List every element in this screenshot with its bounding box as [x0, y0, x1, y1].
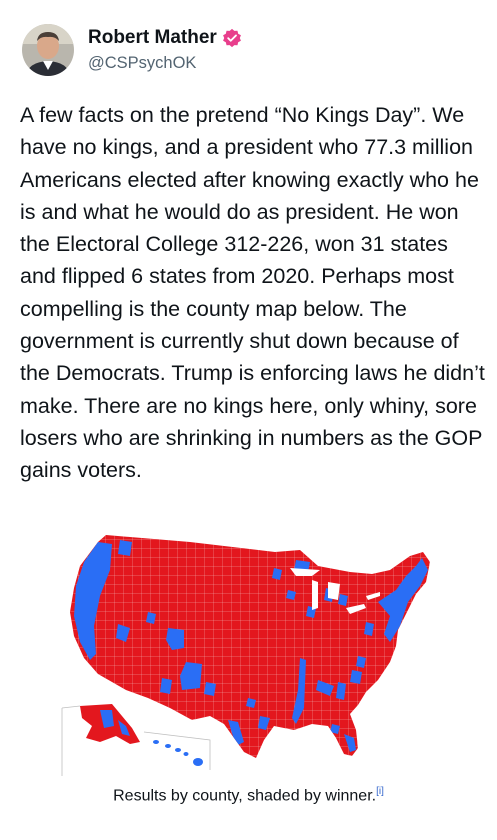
display-name[interactable]: Robert Mather — [88, 27, 217, 49]
tweet-text: A few facts on the pretend “No Kings Day… — [20, 103, 491, 483]
tweet-header: Robert Mather @CSPsychOK — [22, 24, 242, 76]
county-map-image[interactable] — [60, 530, 450, 776]
profile-photo-icon — [22, 24, 74, 76]
caption-text: Results by county, shaded by winner. — [113, 787, 377, 805]
citation-link[interactable]: [i] — [376, 786, 384, 797]
verified-badge-icon — [222, 28, 241, 48]
avatar[interactable] — [22, 24, 74, 76]
user-handle[interactable]: @CSPsychOK — [88, 54, 242, 73]
alaska-inset — [61, 704, 140, 776]
map-caption: Results by county, shaded by winner.[i] — [0, 786, 497, 805]
hawaii-inset — [143, 731, 211, 770]
us-county-map — [61, 535, 430, 776]
